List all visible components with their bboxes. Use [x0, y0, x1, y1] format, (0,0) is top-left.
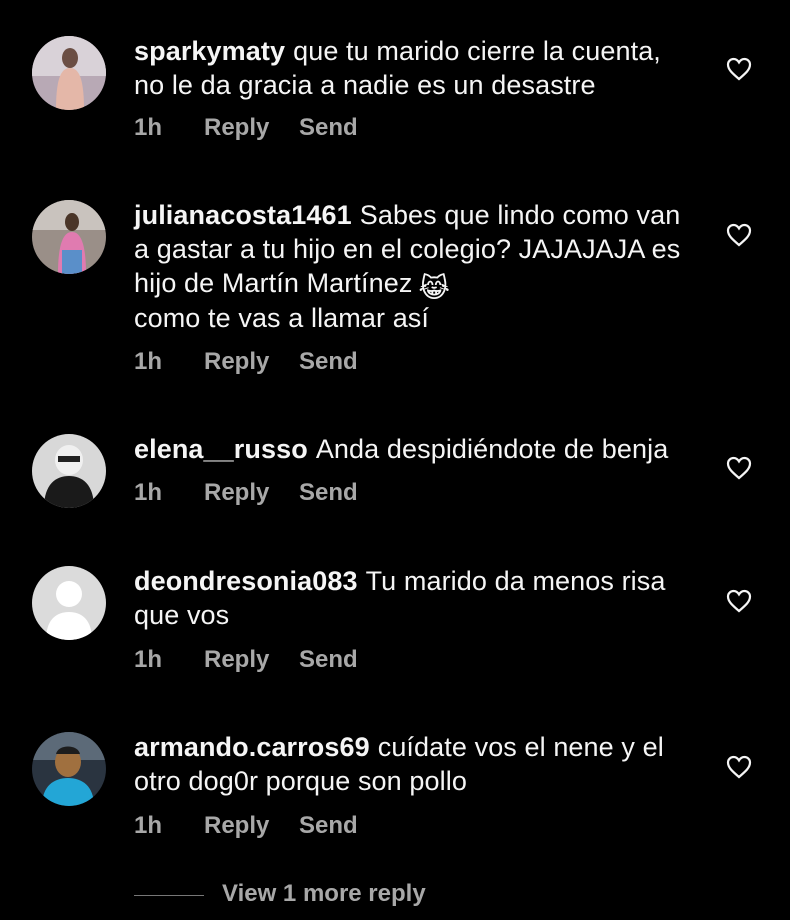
comment-body: julianacosta1461 Sabes que lindo como van…: [134, 198, 694, 335]
comment-time: 1h: [134, 479, 163, 506]
heart-icon[interactable]: [726, 456, 752, 480]
avatar[interactable]: [32, 732, 106, 806]
comment-text-continued: como te vas a llamar así: [134, 303, 430, 333]
heart-icon[interactable]: [726, 57, 752, 81]
comment-time: 1h: [134, 812, 163, 839]
comment-text: Anda despidiéndote de benja: [315, 434, 669, 464]
comment-body: sparkymaty que tu marido cierre la cuenta…: [134, 34, 694, 102]
grinning-cat-tears-emoji: 😹: [418, 273, 451, 303]
comment-username[interactable]: julianacosta1461: [134, 200, 352, 230]
view-more-replies-label[interactable]: View 1 more reply: [222, 880, 426, 908]
comment-username[interactable]: sparkymaty: [134, 36, 285, 66]
send-button[interactable]: Send: [299, 348, 358, 376]
heart-icon[interactable]: [726, 223, 752, 247]
avatar[interactable]: [32, 200, 106, 274]
divider: [134, 895, 204, 896]
comment-time: 1h: [134, 348, 163, 375]
reply-button[interactable]: Reply: [204, 114, 269, 142]
avatar[interactable]: [32, 434, 106, 508]
reply-button[interactable]: Reply: [204, 646, 269, 674]
comment-username[interactable]: armando.carros69: [134, 732, 370, 762]
send-button[interactable]: Send: [299, 479, 358, 507]
heart-icon[interactable]: [726, 589, 752, 613]
reply-button[interactable]: Reply: [204, 348, 269, 376]
comment-time: 1h: [134, 646, 163, 673]
comment-username[interactable]: elena__russo: [134, 434, 308, 464]
send-button[interactable]: Send: [299, 114, 358, 142]
comment-time: 1h: [134, 114, 163, 141]
comment-body: armando.carros69 cuídate vos el nene y el…: [134, 730, 694, 798]
default-avatar[interactable]: [32, 566, 106, 640]
send-button[interactable]: Send: [299, 812, 358, 840]
comment-body: elena__russo Anda despidiéndote de benja: [134, 432, 694, 466]
heart-icon[interactable]: [726, 755, 752, 779]
avatar[interactable]: [32, 36, 106, 110]
send-button[interactable]: Send: [299, 646, 358, 674]
reply-button[interactable]: Reply: [204, 479, 269, 507]
comment-body: deondresonia083 Tu marido da menos risa q…: [134, 564, 694, 632]
reply-button[interactable]: Reply: [204, 812, 269, 840]
comment-username[interactable]: deondresonia083: [134, 566, 358, 596]
